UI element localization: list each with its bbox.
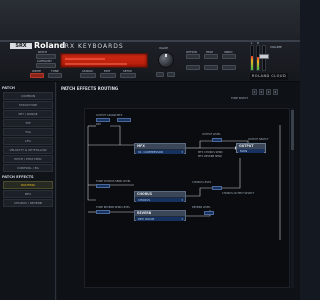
sidebar-item-common[interactable]: COMMON (3, 92, 53, 100)
edit-button[interactable] (100, 73, 116, 78)
mfx-top-box[interactable] (117, 118, 131, 122)
assign-button[interactable] (80, 73, 96, 78)
sidebar-item-pitch[interactable]: PITCH / PITCH ENV (3, 155, 53, 163)
output-value: MAIN (238, 149, 264, 153)
meter-left (250, 45, 254, 71)
page-title: PATCH EFFECTS ROUTING (61, 86, 119, 91)
sidebar-item-tva[interactable]: TVA (3, 128, 53, 136)
cloud-plate: ROLAND CLOUD (250, 73, 288, 80)
tone-reverb-box[interactable] (96, 210, 110, 214)
knob-indicator (165, 54, 167, 57)
sidebar-item-lfo[interactable]: LFO (3, 137, 53, 145)
reverb-block-value: REV: ROOM (136, 217, 184, 221)
label-tone-chorus-send: TONE CHORUS SEND LEVEL (96, 180, 131, 183)
volume-slider-handle[interactable] (259, 54, 269, 59)
tone-button-label: TONE (51, 69, 59, 73)
help-label: HELP (206, 50, 214, 54)
sidebar-item-control[interactable]: CONTROL / EG (3, 164, 53, 172)
sidebar-item-mfx[interactable]: MFX (3, 190, 53, 198)
tone-chorus-box[interactable] (96, 184, 110, 188)
meter-l-label: L (251, 41, 253, 45)
label-output-level: OUTPUT LEVEL (202, 133, 221, 136)
mfx-block-value: 01: COMPRESSOR (136, 150, 184, 154)
mfx-block[interactable]: MFX 01: COMPRESSOR ▾ (134, 143, 186, 154)
sidebar-heading-patch: PATCH (2, 86, 15, 90)
tone-select-3[interactable]: 3 (266, 89, 271, 95)
knob-label: VALUE (159, 46, 168, 50)
inc-button[interactable] (167, 72, 175, 77)
sidebar-item-key-range[interactable]: KEY / RANGE (3, 110, 53, 118)
write-label: WRITE (32, 69, 42, 73)
volume-label: VOLUME (270, 45, 282, 49)
label-reverb-level: REVERB LEVEL (192, 206, 211, 209)
chorus-block-value: CHORUS (136, 198, 184, 202)
assign-label: ASSIGN (82, 69, 93, 73)
undo-button[interactable] (222, 54, 236, 59)
label-output-assign: OUTPUT ASSIGN (96, 114, 117, 117)
output-level-box[interactable] (212, 138, 222, 142)
output-assign-box[interactable] (96, 118, 110, 122)
tone-select-2[interactable]: 2 (259, 89, 264, 95)
sidebar-item-velocity[interactable]: VELOCITY & KEYFOLLOW (3, 146, 53, 154)
tone-button[interactable] (48, 73, 62, 78)
scrollbar-thumb[interactable] (291, 110, 294, 150)
sidebar-item-tvf[interactable]: TVF (3, 119, 53, 127)
sidebar-heading-effects: PATCH EFFECTS (2, 175, 34, 179)
reverb-block-title: REVERB (135, 211, 185, 216)
meter-r-label: R (257, 41, 259, 45)
output-block[interactable]: OUTPUT MAIN (236, 143, 266, 153)
edit-label: EDIT (104, 69, 111, 73)
mfx-dropdown-arrow-icon: ▾ (181, 150, 183, 154)
reverb-dropdown-arrow-icon: ▾ (181, 217, 183, 221)
undo-label: UNDO (224, 50, 233, 54)
lcd-display (60, 53, 148, 68)
mfx-block-title: MFX (135, 144, 185, 149)
tone-select-1[interactable]: 1 (252, 89, 257, 95)
label-tone-reverb-send: TONE REVERB SEND LEVEL (96, 206, 131, 209)
lcd-line-1 (65, 58, 105, 60)
model-name: SRX KEYBOARDS (60, 43, 124, 50)
setup-label: SETUP (123, 69, 132, 73)
help-button[interactable] (204, 54, 218, 59)
sidebar-item-structure[interactable]: STRUCTURE (3, 101, 53, 109)
label-dry: DRY (96, 123, 102, 126)
chorus-block-title: CHORUS (135, 192, 185, 197)
category-button[interactable] (36, 63, 56, 68)
option-button[interactable] (186, 54, 200, 59)
label-mfx-top: MFX (117, 114, 123, 117)
option-label: OPTION (186, 50, 197, 54)
label-mfx-reverb-send: MFX REVERB SEND (198, 155, 222, 158)
category-label: CATEGORY (37, 59, 52, 63)
tone-select-label: TONE SELECT (231, 97, 249, 100)
sidebar-item-chorus-reverb[interactable]: CHORUS / REVERB (3, 199, 53, 207)
extra-button-1[interactable] (186, 65, 200, 70)
reverb-block[interactable]: REVERB REV: ROOM ▾ (134, 210, 186, 221)
label-chorus-output: CHORUS OUTPUT SELECT (222, 192, 254, 195)
chorus-dropdown-arrow-icon: ▾ (181, 198, 183, 202)
sidebar-item-routing[interactable]: ROUTING (3, 181, 53, 189)
extra-button-2[interactable] (204, 65, 218, 70)
label-mfx-chorus-send: MFX CHORUS SEND (198, 151, 223, 154)
label-chorus-level: CHORUS LEVEL (192, 181, 212, 184)
sidebar: PATCH COMMON STRUCTURE KEY / RANGE TVF T… (0, 82, 56, 300)
dec-button[interactable] (156, 72, 164, 77)
setup-button[interactable] (120, 73, 136, 78)
patch-name-label: PATCH (38, 50, 47, 54)
lcd-line-2 (65, 63, 127, 65)
chorus-block[interactable]: CHORUS CHORUS ▾ (134, 191, 186, 202)
reverb-level-box[interactable] (204, 211, 214, 215)
chorus-level-box[interactable] (212, 186, 222, 190)
routing-canvas (84, 108, 290, 288)
write-button[interactable] (30, 73, 44, 78)
tone-select-4[interactable]: 4 (273, 89, 278, 95)
logo-badge: SRX (10, 43, 32, 49)
extra-button-3[interactable] (222, 65, 236, 70)
label-output-select: OUTPUT SELECT (248, 138, 269, 141)
